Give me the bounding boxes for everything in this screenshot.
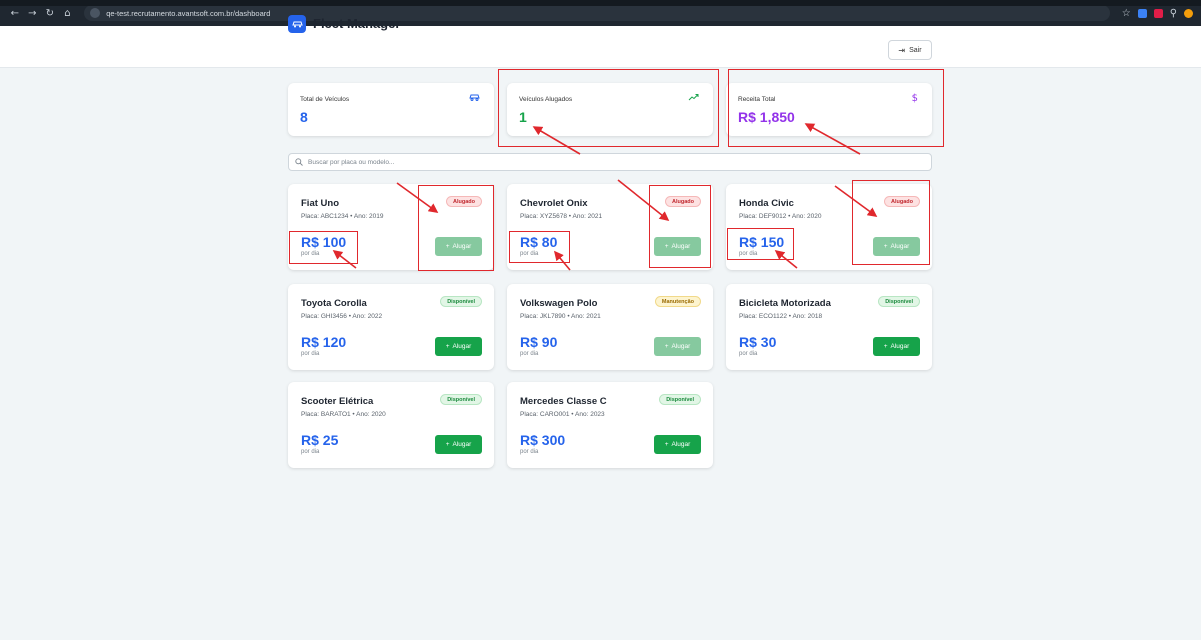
annotation-arrow [553,250,571,271]
annotation-arrow [617,179,670,221]
annotation-arrow [774,249,798,269]
annotation-arrow [332,250,357,269]
annotation-arrow [532,126,581,155]
annotation-arrow [804,123,861,155]
annotation-arrow [396,182,439,213]
annotation-arrows [332,123,878,271]
annotation-arrow [834,185,878,217]
